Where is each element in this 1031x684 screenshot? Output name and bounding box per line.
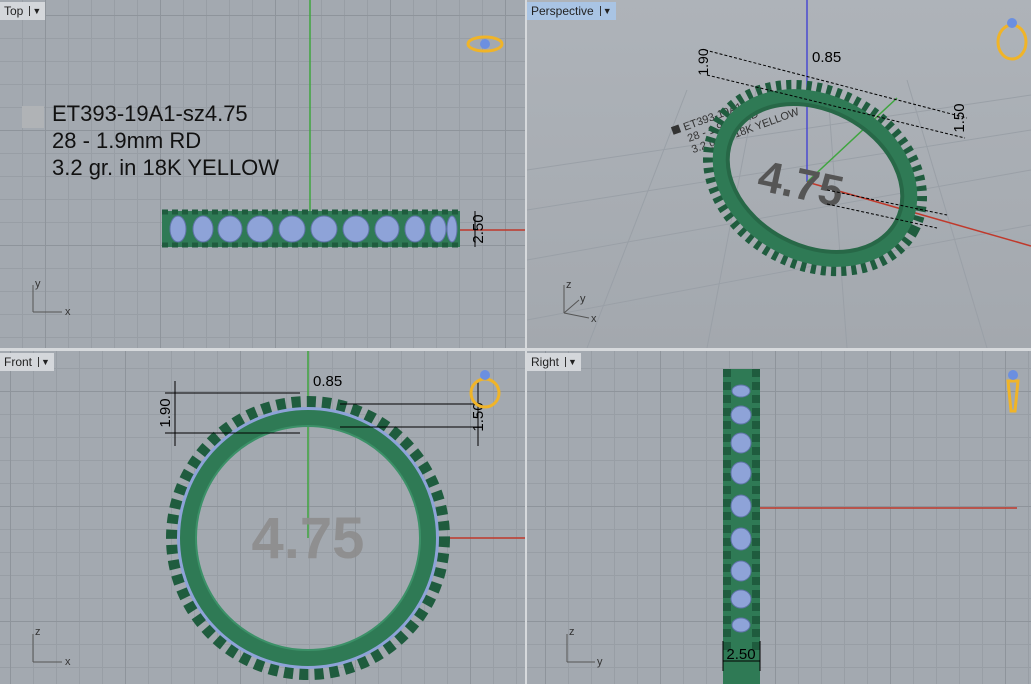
- scene-shape: [730, 405, 752, 425]
- scene-shape: [480, 39, 490, 49]
- viewport-tab-top[interactable]: Top ▼: [0, 2, 46, 20]
- viewport-perspective[interactable]: Perspective ▼ ET393-19A1-sz4.75 28 - 1.9mm…: [527, 0, 1031, 348]
- scene-label: x: [65, 306, 71, 318]
- scene-shape: [217, 215, 243, 243]
- scene-shape: [310, 215, 338, 243]
- viewport-tab-perspective[interactable]: Perspective ▼: [527, 2, 616, 20]
- scene-shape: [374, 215, 400, 243]
- ring-icon: [1006, 370, 1020, 413]
- annotation-text: ET393-19A1-sz4.75 28 - 1.9mm RD 3.2 gr. …: [52, 100, 279, 181]
- viewport-label: Front: [4, 355, 33, 369]
- scene-shape: [731, 617, 751, 633]
- viewport-front[interactable]: Front ▼ 4.75 1.90 0.85 1.50 z x: [0, 351, 525, 684]
- dimension-width: 2.50: [726, 646, 755, 663]
- scene-shape: [169, 215, 187, 243]
- scene-shape: [996, 23, 1028, 61]
- scene-shape: [730, 461, 752, 485]
- front-scene: 4.75 1.90 0.85 1.50 z x: [32, 351, 525, 680]
- scene-label: y: [597, 656, 603, 668]
- ring-icon: [466, 35, 504, 53]
- scene-shape: [446, 215, 458, 243]
- right-scene: 2.50 z y: [566, 369, 1020, 684]
- scene-shape: [730, 432, 752, 454]
- scene-shape: [730, 560, 752, 582]
- scene-label: z: [569, 626, 575, 638]
- chevron-down-icon[interactable]: ▼: [38, 357, 50, 367]
- scene-shape: [566, 634, 595, 663]
- viewport-label: Perspective: [531, 4, 594, 18]
- chevron-down-icon[interactable]: ▼: [565, 357, 577, 367]
- viewport-label: Top: [4, 4, 24, 18]
- scene-label: z: [35, 626, 41, 638]
- viewport-tab-front[interactable]: Front ▼: [0, 353, 54, 371]
- scene-shape: [246, 215, 274, 243]
- scene-shape: [670, 124, 682, 135]
- scene-shape: [731, 384, 751, 398]
- scene-shape: [730, 494, 752, 518]
- annotation-line: 28 - 1.9mm RD: [52, 128, 202, 153]
- scene-shape: [480, 370, 490, 380]
- viewport-tab-right[interactable]: Right ▼: [527, 353, 581, 371]
- scene-shape: [192, 215, 214, 243]
- scene-shape: [826, 189, 948, 216]
- scene-shape: [1007, 18, 1017, 28]
- scene-label: x: [65, 656, 71, 668]
- scene-shape: [32, 634, 62, 663]
- chevron-down-icon[interactable]: ▼: [599, 6, 612, 16]
- scene-shape: [429, 215, 447, 243]
- perspective-scene: ET393-19A1-sz4.7528 - 1.9mm RD3.2 gr. in…: [527, 0, 1031, 348]
- stones: [730, 384, 752, 633]
- scene-label: 1.90: [695, 48, 711, 75]
- scene-label: 0.85: [812, 49, 841, 66]
- scene-label: 0.85: [313, 373, 342, 390]
- annotation-marker: [22, 106, 44, 128]
- scene-label: z: [566, 279, 572, 291]
- scene-shape: [404, 215, 426, 243]
- scene-shape: [278, 215, 306, 243]
- scene-label: 1.90: [157, 398, 174, 427]
- scene-label: y: [580, 293, 586, 305]
- scene-shape: [1006, 379, 1020, 413]
- viewport-right[interactable]: Right ▼ 2.50 z y: [527, 351, 1031, 684]
- dimension-width: 2.50: [470, 214, 487, 243]
- scene-shape: [563, 312, 590, 319]
- viewport-label: Right: [531, 355, 560, 369]
- annotation-line: ET393-19A1-sz4.75: [52, 101, 248, 126]
- annotation-line: 3.2 gr. in 18K YELLOW: [52, 155, 280, 180]
- scene-shape: [1008, 370, 1018, 380]
- viewport-top[interactable]: Top ▼ ET393-19A1-sz4.75 28 - 1.9mm RD 3.2…: [0, 0, 525, 348]
- size-label: 4.75: [252, 506, 365, 571]
- scene-label: y: [35, 278, 41, 290]
- scene-shape: [730, 589, 752, 609]
- ring-icon: [469, 370, 501, 409]
- scene-label: x: [591, 313, 597, 325]
- chevron-down-icon[interactable]: ▼: [29, 6, 41, 16]
- ring-icon: [996, 18, 1028, 61]
- scene-shape: [342, 215, 370, 243]
- scene-label: 1.50: [951, 103, 968, 132]
- scene-shape: [730, 527, 752, 551]
